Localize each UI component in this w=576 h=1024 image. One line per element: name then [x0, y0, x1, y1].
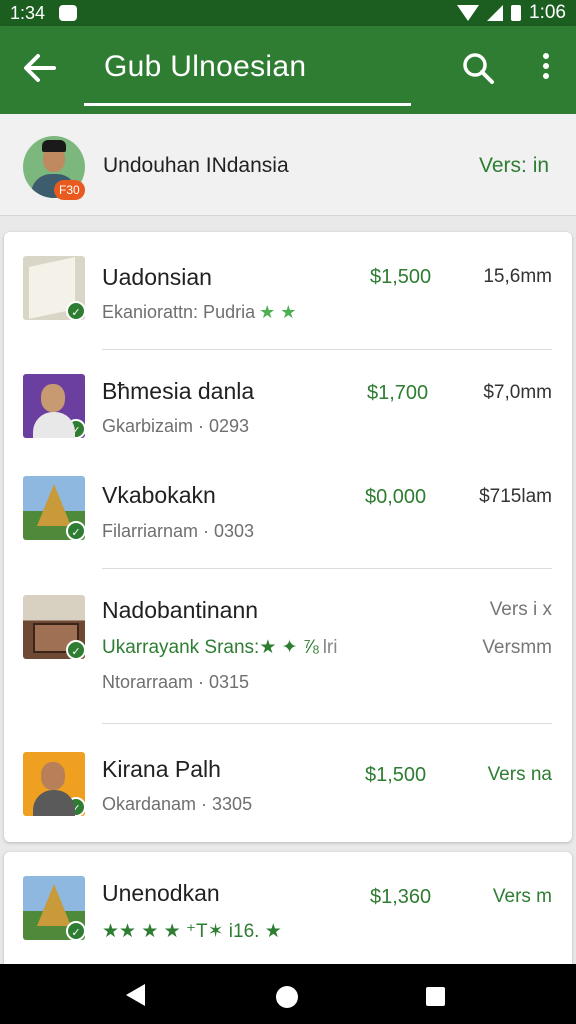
item-title: Nadobantinann: [102, 597, 259, 623]
item-subtitle: Ekaniorattn: Pudria ★ ★: [102, 302, 297, 322]
item-right-value: $7,0mm: [483, 382, 552, 403]
nav-recents-icon[interactable]: [426, 987, 445, 1006]
item-right-value: Vers na: [487, 764, 552, 785]
list-item[interactable]: ✓ Bħmesia danla Gkarbizaim · 0293 $1,700…: [4, 350, 572, 454]
status-icons: 1:06: [457, 2, 566, 24]
item-price: $1,500: [370, 266, 432, 288]
list-item[interactable]: ✓ Vkabokakn Filarriarnam · 0303 $0,000 $…: [4, 454, 572, 568]
item-price: $0,000: [365, 486, 427, 508]
list-item[interactable]: ✓ Unenodkan ★★ ★ ★ ⁺T✶ i16. ★ $1,360 Ver…: [4, 852, 572, 972]
item-price: $1,700: [367, 382, 429, 404]
item-list-card-2: ✓ Unenodkan ★★ ★ ★ ⁺T✶ i16. ★ $1,360 Ver…: [4, 852, 572, 972]
back-arrow-icon[interactable]: [20, 48, 60, 88]
item-right-value: $715lam: [479, 486, 552, 507]
list-item[interactable]: ✓ Nadobantinann Ukarrayank Srans:★ ✦ ⅞ lr…: [4, 569, 572, 723]
nav-home-icon[interactable]: [276, 986, 298, 1008]
signal-icon: [487, 5, 504, 21]
app-title: Gub Ulnoesian: [104, 50, 307, 83]
list-item[interactable]: ✓ Uadonsian Ekaniorattn: Pudria ★ ★ $1,50…: [4, 232, 572, 350]
item-thumbnail: ✓: [23, 476, 85, 540]
item-subtitle: Ntorarraam · 0315: [102, 672, 250, 692]
item-subtitle: Gkarbizaim · 0293: [102, 416, 250, 436]
item-subtitle: Okardanam · 3305: [102, 794, 253, 814]
status-bar: 1:34 1:06: [0, 0, 576, 26]
rating-stars-icon: ★ ★: [259, 302, 297, 322]
item-right-top: Vers i x: [489, 599, 552, 620]
item-title: Vkabokakn: [102, 482, 216, 508]
item-right-value: 15,6mm: [483, 266, 552, 287]
item-price: $1,360: [370, 886, 432, 908]
item-thumbnail: ✓: [23, 752, 85, 816]
more-vert-icon[interactable]: [532, 50, 560, 86]
item-right-bottom: Versmm: [482, 637, 552, 658]
item-title: Unenodkan: [102, 880, 220, 906]
status-time: 1:34: [10, 2, 46, 23]
item-price: $1,500: [365, 764, 427, 786]
item-list-card: ✓ Uadonsian Ekaniorattn: Pudria ★ ★ $1,50…: [4, 232, 572, 842]
check-badge-icon: ✓: [66, 921, 85, 940]
search-icon[interactable]: [460, 50, 496, 86]
rating-stars-icon: ★★ ★ ★ ⁺T✶ i16. ★: [102, 921, 282, 942]
status-right-time: 1:06: [529, 2, 566, 23]
app-bar: Gub Ulnoesian: [0, 26, 576, 114]
item-thumbnail: ✓: [23, 374, 85, 438]
item-subtitle-green: Ukarrayank Srans:★ ✦ ⅞ lri: [102, 637, 338, 658]
nav-back-icon[interactable]: [126, 984, 145, 1006]
wifi-icon: [457, 5, 480, 21]
user-badge: F30: [54, 180, 85, 200]
check-badge-icon: ✓: [66, 640, 85, 659]
title-underline: [84, 103, 411, 106]
item-title: Bħmesia danla: [102, 378, 255, 404]
item-title: Kirana Palh: [102, 756, 221, 782]
list-item[interactable]: ✓ Kirana Palh Okardanam · 3305 $1,500 Ve…: [4, 724, 572, 842]
user-name: Undouhan INdansia: [103, 154, 289, 177]
item-thumbnail: ✓: [23, 256, 85, 320]
battery-icon: [511, 5, 522, 21]
check-badge-icon: ✓: [66, 521, 85, 540]
item-right-value: Vers m: [492, 886, 552, 907]
item-thumbnail: ✓: [23, 876, 85, 940]
item-thumbnail: ✓: [23, 595, 85, 659]
check-badge-icon: ✓: [66, 797, 85, 816]
user-header[interactable]: F30 Undouhan INdansia Vers: in: [0, 114, 576, 216]
check-badge-icon: ✓: [66, 419, 85, 438]
system-nav-bar: [0, 964, 576, 1024]
notification-icon: [59, 5, 78, 21]
check-badge-icon: ✓: [66, 301, 85, 320]
user-version-link[interactable]: Vers: in: [479, 154, 549, 178]
item-title: Uadonsian: [102, 264, 212, 290]
item-subtitle: Filarriarnam · 0303: [102, 521, 255, 541]
